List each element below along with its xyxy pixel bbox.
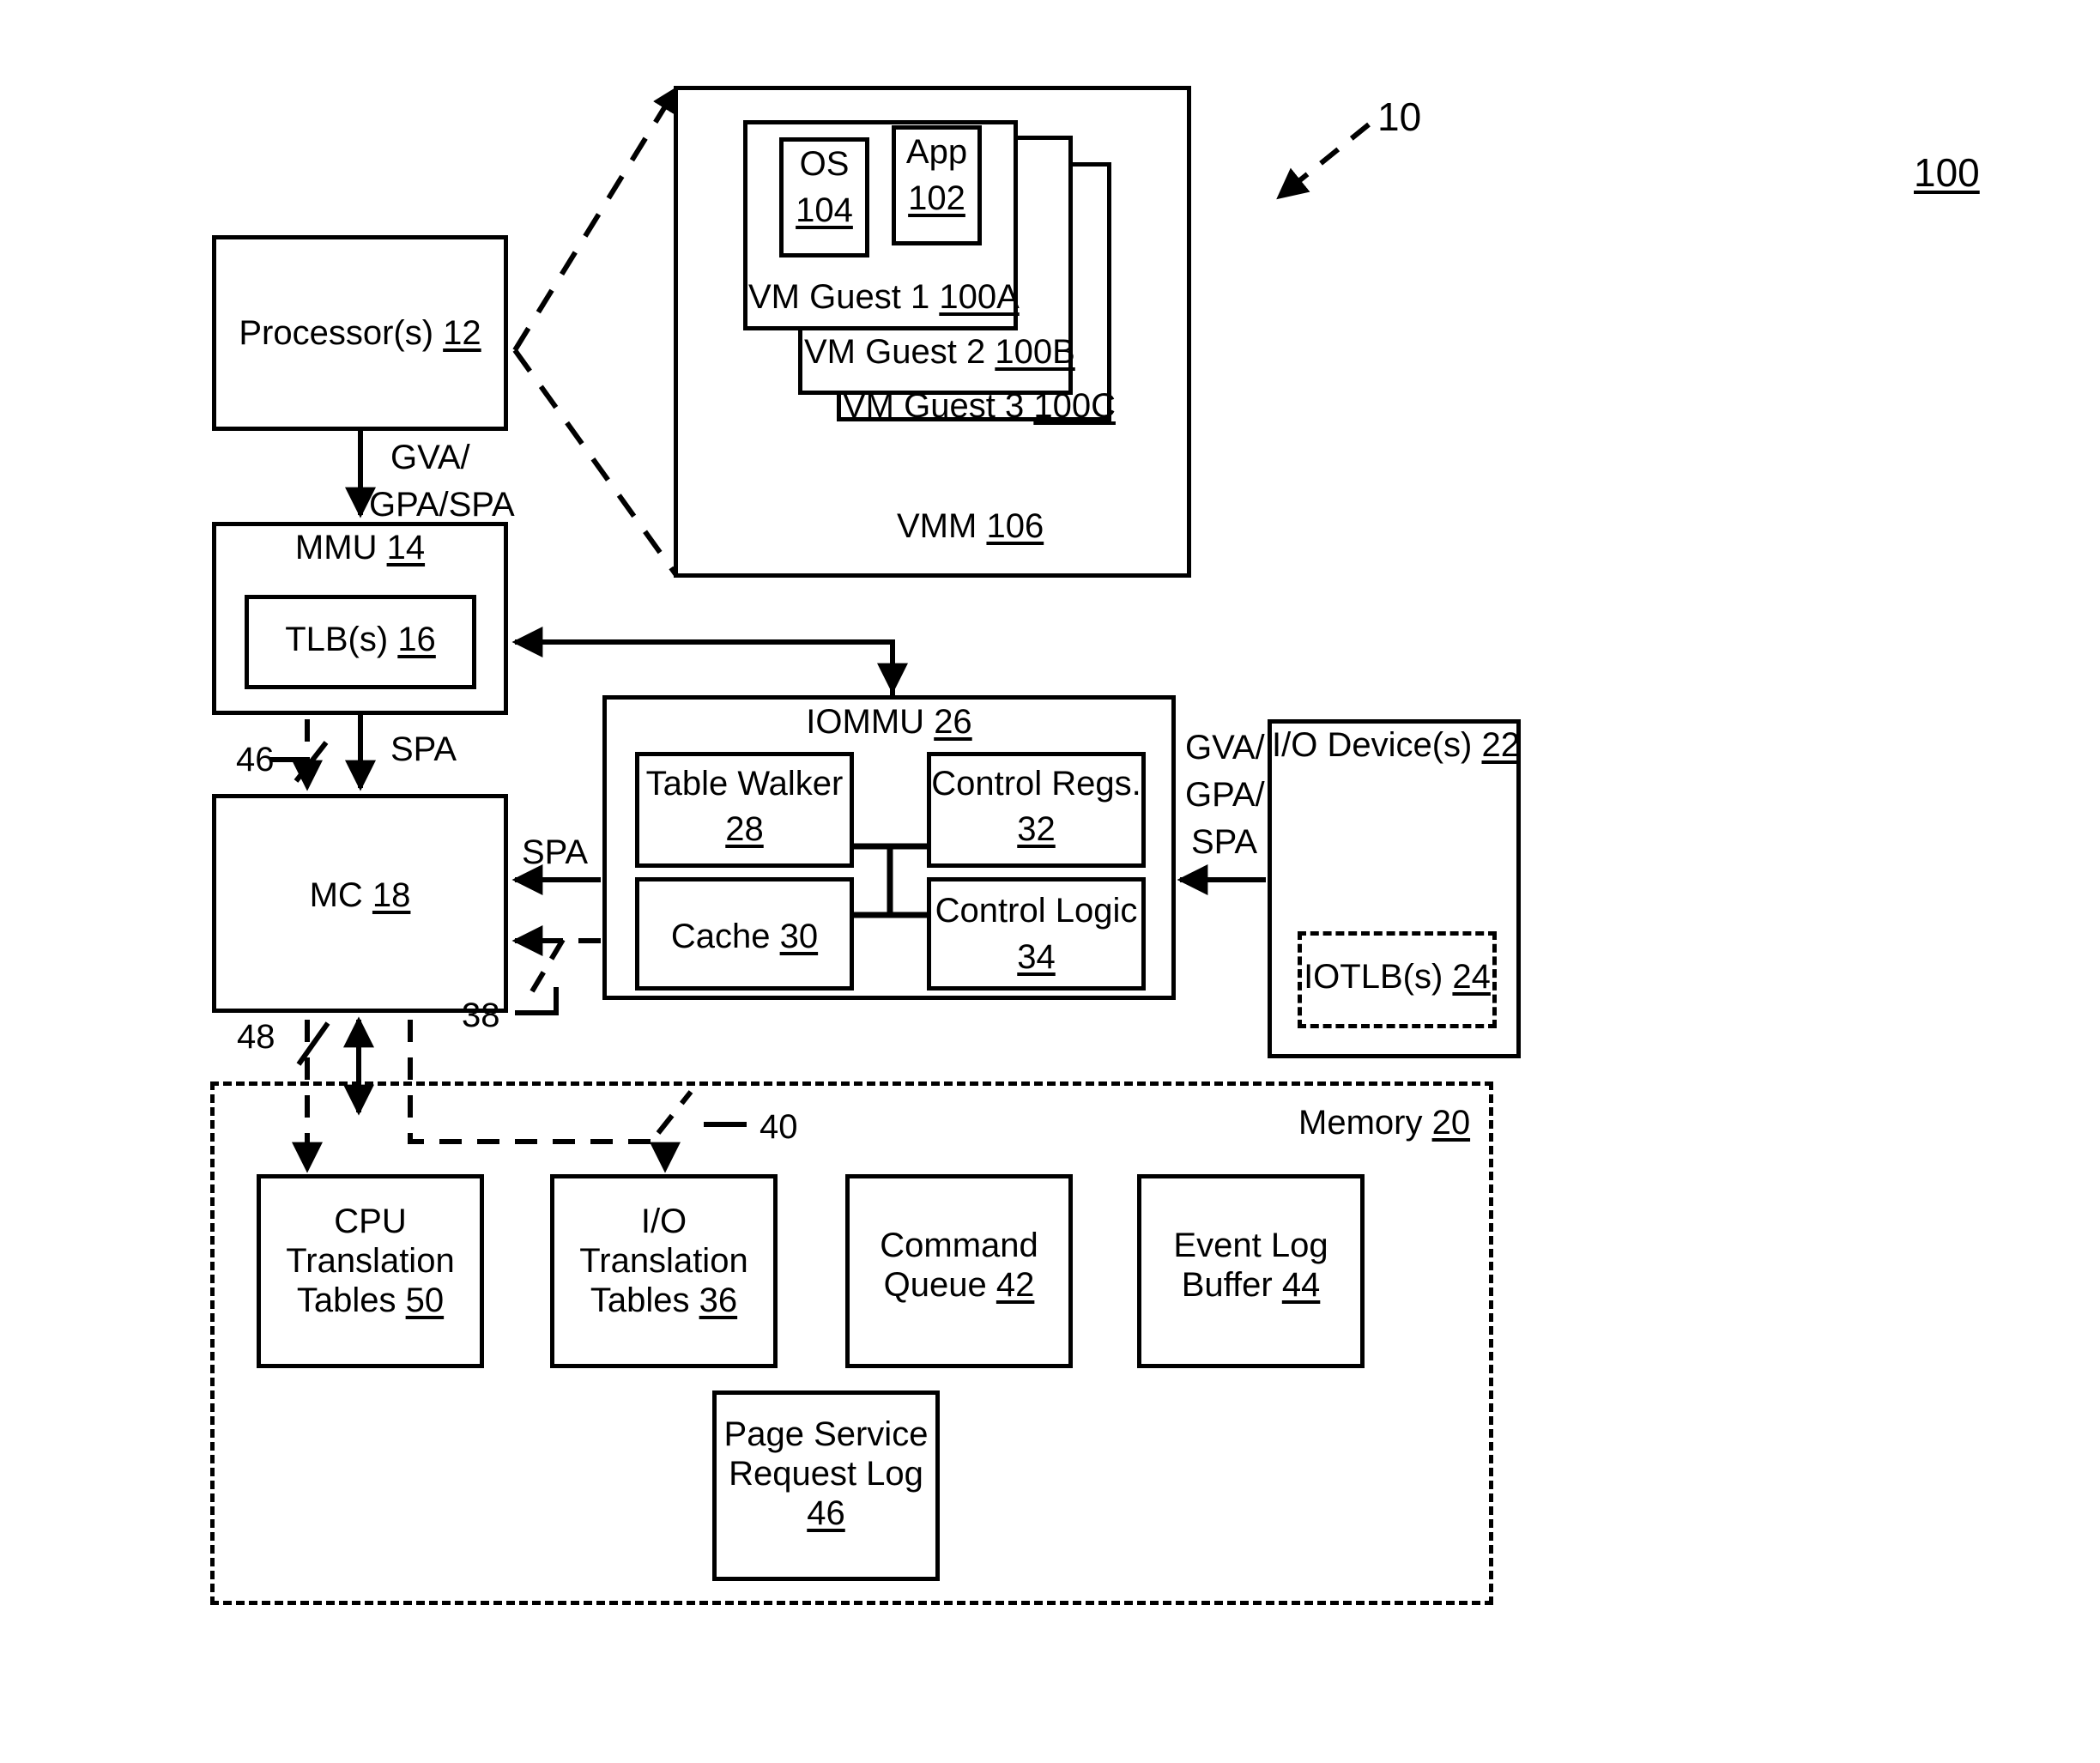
psrl-line2: Request Log <box>729 1455 923 1493</box>
command-queue-line2-text: Queue <box>883 1266 987 1304</box>
page-service-request-log-label: Page Service Request Log 46 <box>712 1415 940 1533</box>
mc-label: MC 18 <box>212 875 508 915</box>
mmu-label: MMU 14 <box>212 528 508 567</box>
patent-figure-canvas: 100 10 VMM 106 VM Guest 3 100C VM Guest … <box>0 0 2100 1763</box>
io-devices-label-text: I/O Device(s) <box>1272 726 1473 764</box>
proc-to-mmu-label-line1: GVA/ <box>390 439 470 476</box>
control-regs-ref: 32 <box>1017 810 1056 848</box>
cpu-tt-line2: Translation <box>286 1242 455 1280</box>
iotlb-label-text: IOTLB(s) <box>1304 958 1443 996</box>
cpu-tt-ref: 50 <box>405 1281 445 1319</box>
io-to-iommu-label-line1: GVA/ <box>1185 729 1265 766</box>
vm-guest-2-label-text: VM Guest 2 <box>804 333 986 371</box>
memory-label: Memory 20 <box>1298 1103 1470 1142</box>
os-label-text: OS <box>799 145 850 183</box>
ref-48-label: 48 <box>237 1018 275 1056</box>
ref-10-leader <box>1276 122 1371 200</box>
control-logic-ref: 34 <box>1017 938 1056 976</box>
io-tt-line1: I/O <box>640 1203 687 1240</box>
control-regs-label: Control Regs. <box>927 764 1146 803</box>
cpu-tt-line1: CPU <box>334 1203 407 1240</box>
io-tt-ref: 36 <box>699 1281 738 1319</box>
iommu-label-text: IOMMU <box>806 703 925 741</box>
vmm-ref: 106 <box>986 507 1044 545</box>
system-ref-10: 10 <box>1377 94 1422 139</box>
ref-48-tick <box>296 1021 330 1066</box>
io-tt-line2: Translation <box>579 1242 748 1280</box>
vm-guest-1-ref: 100A <box>939 278 1020 316</box>
mmu-to-mc-spa-label: SPA <box>390 730 457 768</box>
table-walker-ref: 28 <box>725 810 764 848</box>
ref-38-lead <box>515 987 559 1015</box>
cache-label: Cache 30 <box>635 917 854 956</box>
app-ref: 102 <box>908 179 965 217</box>
io-devices-ref: 22 <box>1481 726 1520 764</box>
command-queue-ref: 42 <box>996 1266 1035 1304</box>
tlb-ref: 16 <box>397 621 436 658</box>
memory-ref: 20 <box>1431 1104 1471 1142</box>
processor-label: Processor(s) 12 <box>212 313 508 353</box>
app-label: App <box>892 132 982 172</box>
ref-38-tick <box>530 932 569 993</box>
iommu-label: IOMMU 26 <box>602 702 1176 742</box>
io-to-iommu-label-line2: GPA/ <box>1185 776 1265 814</box>
vm-guest-2-ref: 100B <box>995 333 1075 371</box>
iommu-ref: 26 <box>934 703 972 741</box>
vm-guest-1-label: VM Guest 1 100A <box>748 277 1020 317</box>
vmm-callout-leaders <box>512 86 679 577</box>
command-queue-line1: Command <box>880 1227 1038 1264</box>
mmu-ref: 14 <box>386 529 426 566</box>
control-logic-label: Control Logic <box>927 891 1146 930</box>
event-log-buffer-line2-text: Buffer <box>1181 1266 1273 1304</box>
cpu-translation-tables-label: CPU Translation Tables 50 <box>257 1202 484 1320</box>
vmm-label: VMM 106 <box>897 506 1044 546</box>
cache-ref: 30 <box>779 918 819 955</box>
command-queue-line2: Queue 42 <box>845 1265 1073 1305</box>
psrl-line1: Page Service <box>723 1415 929 1453</box>
iotlb-label: IOTLB(s) 24 <box>1298 957 1497 997</box>
cpu-tt-line3: Tables 50 <box>257 1281 484 1320</box>
table-walker-label-text: Table Walker <box>645 765 844 803</box>
command-queue-label: Command Queue 42 <box>845 1226 1073 1305</box>
iotlb-ref: 24 <box>1452 958 1491 996</box>
psrl-ref: 46 <box>807 1494 845 1532</box>
cache-label-text: Cache <box>670 918 771 955</box>
event-log-buffer-line1: Event Log <box>1173 1227 1328 1264</box>
processor-label-text: Processor(s) <box>239 314 434 352</box>
io-devices-label: I/O Device(s) 22 <box>1272 725 1520 765</box>
iommu-to-mc-spa-label: SPA <box>522 833 589 871</box>
io-to-iommu-label-line3: SPA <box>1191 823 1258 861</box>
ref-38-label: 38 <box>462 997 500 1034</box>
ref-46-tick <box>294 741 329 783</box>
event-log-buffer-ref: 44 <box>1281 1266 1321 1304</box>
control-regs-label-text: Control Regs. <box>931 765 1141 803</box>
ref-40-label: 40 <box>760 1108 798 1146</box>
figure-ref-100: 100 <box>1914 150 1980 195</box>
mc-label-text: MC <box>309 876 363 914</box>
memory-label-text: Memory <box>1298 1104 1423 1142</box>
vm-guest-2-label: VM Guest 2 100B <box>804 332 1075 372</box>
iommu-to-tlb-arrow <box>511 627 895 695</box>
app-label-text: App <box>905 133 968 171</box>
mc-ref: 18 <box>372 876 411 914</box>
processor-ref: 12 <box>443 314 481 352</box>
vm-guest-1-label-text: VM Guest 1 <box>748 278 930 316</box>
io-tt-line3: Tables 36 <box>550 1281 778 1320</box>
vmm-label-text: VMM <box>897 507 977 545</box>
proc-to-mmu-label-line2: GPA/SPA <box>369 486 515 524</box>
control-logic-label-text: Control Logic <box>935 892 1138 930</box>
os-label: OS <box>779 144 869 184</box>
io-translation-tables-label: I/O Translation Tables 36 <box>550 1202 778 1320</box>
cpu-tt-line3-text: Tables <box>296 1281 396 1319</box>
io-tt-line3-text: Tables <box>590 1281 690 1319</box>
mmu-label-text: MMU <box>294 529 378 566</box>
ref-46-label: 46 <box>236 741 275 779</box>
os-ref: 104 <box>796 191 853 229</box>
event-log-buffer-label: Event Log Buffer 44 <box>1137 1226 1365 1305</box>
tlb-label: TLB(s) 16 <box>245 620 476 659</box>
event-log-buffer-line2: Buffer 44 <box>1137 1265 1365 1305</box>
table-walker-label: Table Walker <box>635 764 854 803</box>
tlb-label-text: TLB(s) <box>285 621 389 658</box>
